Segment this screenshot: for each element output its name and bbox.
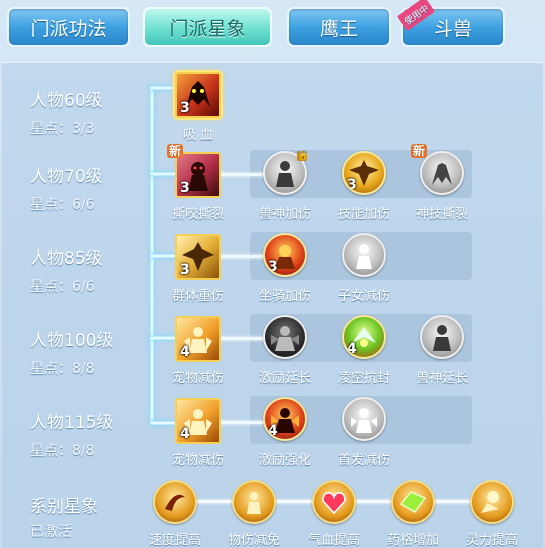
tree-branch-85 <box>150 254 178 258</box>
star-name: 灵力提高 <box>465 533 518 548</box>
tree-branch-115 <box>150 421 178 425</box>
connector-line <box>220 173 265 176</box>
skill-name: 吸 血 <box>182 128 214 143</box>
skill-name: 撕咬撕裂 <box>171 207 224 222</box>
tier-name: 人物60级 <box>30 91 103 111</box>
connector-line <box>220 337 265 340</box>
star-name: 物伤减免 <box>227 533 280 548</box>
skill-name: 群体重伤 <box>171 289 224 304</box>
skill-skill-dmg[interactable]: 3 <box>342 151 386 195</box>
tree-branch-60 <box>150 86 178 90</box>
skill-name: 宠物减伤 <box>171 453 224 468</box>
skill-divine-tear[interactable] <box>420 151 464 195</box>
tier-points: 星点：3/3 <box>30 121 95 137</box>
tier-name: 人物100级 <box>30 331 114 351</box>
new-badge: 新 <box>167 144 184 158</box>
hp-icon <box>314 482 354 522</box>
skill-name: 神技撕裂 <box>415 207 468 222</box>
tier-115: 人物115级 星点：8/8 <box>30 408 113 460</box>
tier-points: 星点：8/8 <box>30 443 95 459</box>
tab-sect-constellation[interactable]: 门派星象 <box>143 7 272 47</box>
tier-85: 人物85级 星点：6/6 <box>30 244 103 296</box>
skill-name: 宠物减伤 <box>171 371 224 386</box>
skill-level: 3 <box>180 262 190 278</box>
skill-name: 激励延长 <box>258 371 311 386</box>
constellation-title: 系别星象 <box>30 497 98 517</box>
skill-group-wound[interactable]: 3 <box>175 234 221 280</box>
skill-level: 3 <box>347 177 357 193</box>
skill-name: 兽神延长 <box>415 371 468 386</box>
skill-level: 4 <box>180 344 190 360</box>
lock-icon: 🔒 <box>297 150 310 161</box>
tier-name: 人物70级 <box>30 167 103 187</box>
star-speed[interactable] <box>153 480 197 524</box>
skill-level: 4 <box>268 423 278 439</box>
new-badge: 新 <box>411 144 428 158</box>
constellation-status: 已激活 <box>30 524 72 540</box>
tree-branch-70 <box>150 172 178 176</box>
tab-sect-skills[interactable]: 门派功法 <box>7 7 130 47</box>
tier-points: 星点：6/6 <box>30 197 95 213</box>
skill-name: 坐骑加伤 <box>258 289 311 304</box>
tier-points: 星点：6/6 <box>30 279 95 295</box>
tier-points: 星点：8/8 <box>30 361 95 377</box>
star-hp[interactable] <box>312 480 356 524</box>
tier-70: 人物70级 星点：6/6 <box>30 162 103 214</box>
first-strike-icon <box>344 399 384 439</box>
claw-icon <box>422 153 462 193</box>
skill-pet-reduce-2[interactable]: 4 <box>175 398 221 444</box>
constellation-panel: 门派功法 门派星象 鹰王 斗兽 使用中 人物60级 星点：3/3 人物70级 星… <box>0 0 545 548</box>
star-potion[interactable] <box>391 480 435 524</box>
in-use-badge: 使用中 <box>396 0 436 32</box>
skill-name: 激励强化 <box>258 453 311 468</box>
skill-beast-extend[interactable] <box>420 315 464 359</box>
star-name: 药格增加 <box>386 533 439 548</box>
connector-line <box>220 421 265 424</box>
potion-icon <box>393 482 433 522</box>
skill-name: 凌空抗封 <box>337 371 390 386</box>
skill-inspire-extend[interactable] <box>263 315 307 359</box>
skill-level: 3 <box>268 259 278 275</box>
skill-name: 子女减伤 <box>337 289 390 304</box>
spirit-icon <box>472 482 512 522</box>
skill-name: 兽神加伤 <box>258 207 311 222</box>
tier-100: 人物100级 星点：8/8 <box>30 326 113 378</box>
skill-name: 技能加伤 <box>337 207 390 222</box>
skill-bite[interactable]: 3 <box>175 152 221 198</box>
tier-name: 人物85级 <box>30 249 103 269</box>
skill-level: 4 <box>347 341 357 357</box>
skill-soar-resist[interactable]: 4 <box>342 315 386 359</box>
tier-60: 人物60级 星点：3/3 <box>30 86 103 138</box>
star-spirit[interactable] <box>470 480 514 524</box>
star-name: 气血提高 <box>307 533 360 548</box>
tab-eagle-king[interactable]: 鹰王 <box>287 7 391 47</box>
tree-branch-100 <box>150 336 178 340</box>
skill-blood-drain[interactable]: 3 <box>175 72 221 118</box>
skill-mount-dmg[interactable]: 3 <box>263 233 307 277</box>
child-icon <box>344 235 384 275</box>
connector-line <box>220 255 265 258</box>
skill-pet-reduce[interactable]: 4 <box>175 316 221 362</box>
beast-extend-icon <box>422 317 462 357</box>
star-name: 速度提高 <box>148 533 201 548</box>
skill-name: 首发减伤 <box>337 453 390 468</box>
constellation-label: 系别星象 已激活 <box>30 492 98 541</box>
tab-beast-fight[interactable]: 斗兽 使用中 <box>396 0 505 47</box>
star-phys-reduce[interactable] <box>232 480 276 524</box>
speed-icon <box>155 482 195 522</box>
inspire-icon <box>265 317 305 357</box>
skill-inspire-boost[interactable]: 4 <box>263 397 307 441</box>
skill-level: 3 <box>180 100 190 116</box>
skill-level: 4 <box>180 426 190 442</box>
tab-beast-fight-label: 斗兽 <box>433 17 472 40</box>
skill-child-reduce[interactable] <box>342 233 386 277</box>
tier-name: 人物115级 <box>30 413 114 433</box>
skill-level: 3 <box>180 180 190 196</box>
phys-reduce-icon <box>234 482 274 522</box>
skill-first-strike[interactable] <box>342 397 386 441</box>
